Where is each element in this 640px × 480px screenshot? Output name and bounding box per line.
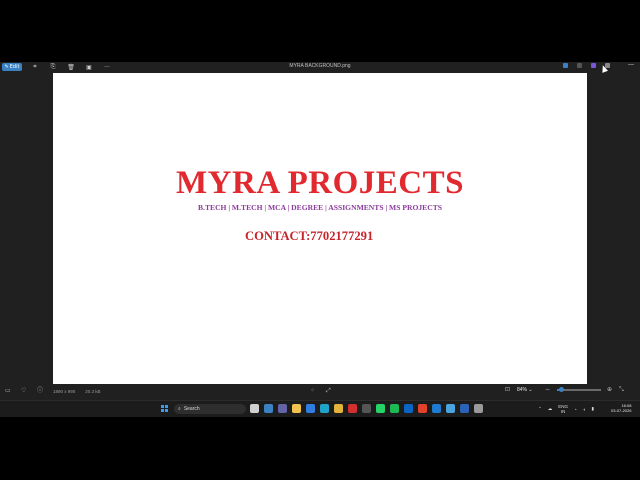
chrome-icon[interactable] xyxy=(334,404,343,413)
window-title: MYRA BACKGROUND.png xyxy=(289,63,351,69)
battery-icon[interactable]: ▮ xyxy=(591,406,593,412)
share-icon[interactable] xyxy=(563,63,568,68)
widgets-icon[interactable] xyxy=(264,404,273,413)
heart-icon[interactable]: ♡ xyxy=(21,388,27,394)
app-icon[interactable] xyxy=(362,404,371,413)
search-icon: ⌕ xyxy=(178,406,181,412)
store-icon[interactable] xyxy=(306,404,315,413)
taskbar-apps xyxy=(250,404,483,413)
teams-icon[interactable] xyxy=(278,404,287,413)
office-icon[interactable] xyxy=(418,404,427,413)
cloud-icon[interactable]: ☁ xyxy=(548,406,553,412)
file-size: 20.3 kB xyxy=(85,388,101,394)
actual-size-icon[interactable]: ⊡ xyxy=(505,387,511,393)
fullscreen-icon[interactable]: ⤡ xyxy=(619,387,625,393)
whatsapp-icon[interactable] xyxy=(376,404,385,413)
snipping-icon[interactable] xyxy=(460,404,469,413)
zoom-out-icon[interactable]: − xyxy=(545,387,551,393)
photos-window: ✎ Edit ⌗ ⎘ 🗑 ▣ ··· MYRA BACKGROUND.png —… xyxy=(0,62,640,417)
zoom-slider[interactable] xyxy=(557,387,601,392)
taskbar-clock[interactable]: 16:08 03-07-2026 xyxy=(611,403,631,413)
minimize-icon[interactable]: — xyxy=(628,62,634,68)
edge-icon[interactable] xyxy=(320,404,329,413)
image-headline: MYRA PROJECTS xyxy=(176,165,464,201)
wifi-icon[interactable]: ◔ xyxy=(574,407,577,412)
outlook-icon[interactable] xyxy=(432,404,441,413)
sparkle-icon[interactable]: ✧ xyxy=(310,388,316,394)
zoom-slider-knob[interactable] xyxy=(558,387,564,392)
windows-taskbar: ⌕ Search ⌃ ☁ ENG IN ◔ ◖ ▮ 16:08 03-07-20… xyxy=(0,400,640,417)
spotify-icon[interactable] xyxy=(390,404,399,413)
zoom-level[interactable]: 84% ⌄ xyxy=(517,387,539,393)
settings-icon[interactable] xyxy=(474,404,483,413)
file-explorer-icon[interactable] xyxy=(292,404,301,413)
search-label: Search xyxy=(183,406,200,412)
profile-icon[interactable] xyxy=(577,63,582,68)
image-contact: CONTACT:7702177291 xyxy=(245,229,374,243)
chevron-up-icon[interactable]: ⌃ xyxy=(538,406,542,412)
image-canvas: MYRA PROJECTS B.TECH | M.TECH | MCA | DE… xyxy=(53,73,587,384)
start-button[interactable] xyxy=(161,405,168,412)
copilot-icon[interactable] xyxy=(591,63,596,68)
info-circle-icon[interactable]: ⓘ xyxy=(37,388,43,394)
linkedin-icon[interactable] xyxy=(404,404,413,413)
task-view-icon[interactable] xyxy=(250,404,259,413)
zoom-in-icon[interactable]: ⊕ xyxy=(607,387,613,393)
language-indicator[interactable]: ENG IN xyxy=(558,404,568,414)
system-tray: ⌃ ☁ ENG IN ◔ ◖ ▮ xyxy=(538,404,594,414)
mcafee-icon[interactable] xyxy=(348,404,357,413)
image-dimensions: 1890 x 990 xyxy=(53,388,76,394)
status-bar: ▭ ♡ ⓘ 1890 x 990 20.3 kB ✧ ⤢ ⊡ 84% ⌄ − ⊕… xyxy=(0,385,640,399)
taskbar-search[interactable]: ⌕ Search xyxy=(174,404,246,414)
image-subline: B.TECH | M.TECH | MCA | DEGREE | ASSIGNM… xyxy=(197,203,442,212)
photos-icon[interactable] xyxy=(446,404,455,413)
filmstrip-icon[interactable]: ▭ xyxy=(5,388,11,394)
volume-icon[interactable]: ◖ xyxy=(583,407,586,412)
fit-icon[interactable]: ⤢ xyxy=(326,388,332,394)
